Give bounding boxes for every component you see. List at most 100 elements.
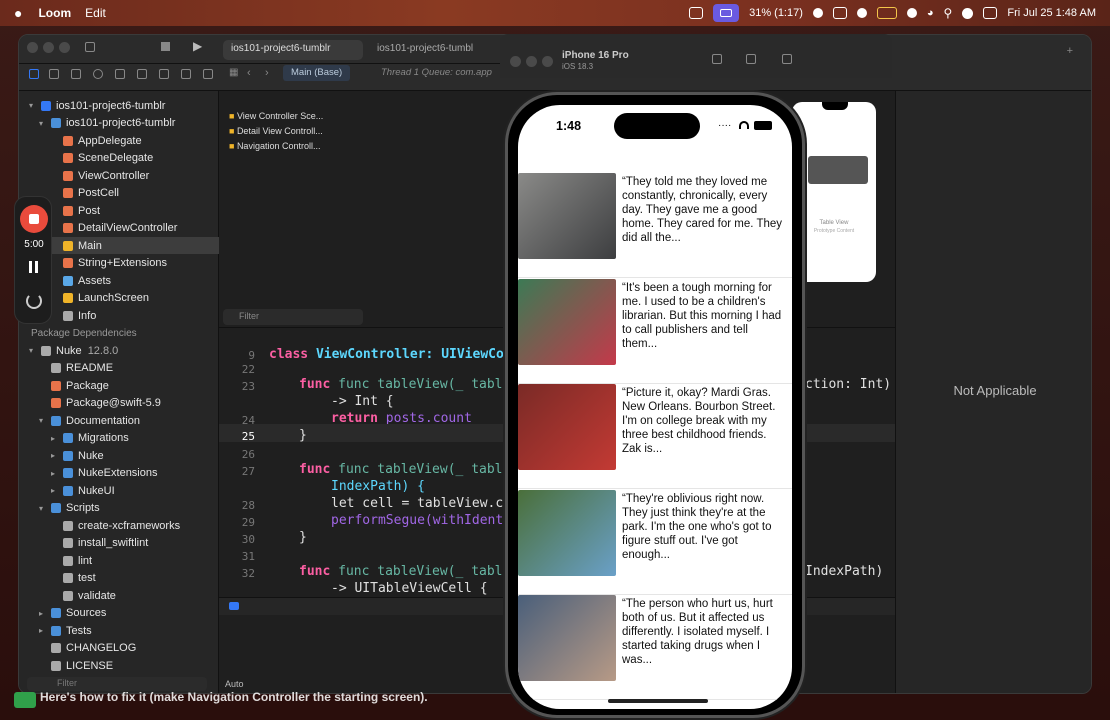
battery-time[interactable]: 31% (1:17) <box>749 7 803 19</box>
navigator-item[interactable]: ▸ Migrations <box>19 430 219 447</box>
datetime[interactable]: Fri Jul 25 1:48 AM <box>1007 7 1096 19</box>
disclosure-icon[interactable]: ▸ <box>39 626 47 635</box>
disclosure-icon[interactable]: ▸ <box>51 486 59 495</box>
post-cell[interactable]: “They're oblivious right now. They just … <box>518 489 792 595</box>
navigator-item[interactable]: validate <box>19 587 219 604</box>
scene-item[interactable]: ■ Detail View Controll... <box>229 126 337 141</box>
test-icon[interactable] <box>137 69 147 79</box>
navigator-item[interactable]: PostCell <box>19 185 219 202</box>
disclosure-icon[interactable]: ▾ <box>39 504 47 513</box>
disclosure-icon[interactable]: ▸ <box>39 609 47 618</box>
navigator-item[interactable]: ▸ Tests <box>19 622 219 639</box>
symbol-icon[interactable] <box>71 69 81 79</box>
outline-filter-input[interactable]: Filter <box>223 309 363 325</box>
code-line-30[interactable]: } <box>299 530 307 545</box>
screenshot-sim-icon[interactable] <box>746 54 756 64</box>
back-icon[interactable]: ‹ <box>247 67 251 79</box>
report-icon[interactable] <box>203 69 213 79</box>
zoom-window-button[interactable] <box>59 42 70 53</box>
navigator-item[interactable]: LICENSE <box>19 657 219 674</box>
disclosure-icon[interactable]: ▾ <box>29 346 37 355</box>
tab-main-base[interactable]: Main (Base) <box>283 65 351 81</box>
home-indicator[interactable] <box>608 699 708 703</box>
play-icon[interactable] <box>906 8 917 18</box>
minimize-window-button[interactable] <box>43 42 54 53</box>
battery-icon[interactable] <box>876 7 897 19</box>
code-line-9[interactable]: class ViewController: UIViewCon <box>269 347 512 362</box>
app-menu[interactable]: Loom <box>38 6 71 20</box>
apple-icon[interactable]: ● <box>14 5 22 21</box>
scene-item[interactable]: ■ View Controller Sce... <box>229 111 337 126</box>
post-cell[interactable]: “The person who hurt us, hurt both of us… <box>518 595 792 700</box>
disclosure-icon[interactable]: ▸ <box>51 434 59 443</box>
sim-minimize-button[interactable] <box>526 56 537 67</box>
navigator-item[interactable]: ▾ ios101-project6-tumblr <box>19 97 219 114</box>
disclosure-icon[interactable]: ▾ <box>39 119 47 128</box>
control-center-icon[interactable] <box>983 7 998 19</box>
breakpoint-toggle-icon[interactable] <box>229 602 239 610</box>
copy-icon[interactable] <box>832 7 847 19</box>
navigator-item[interactable]: ▸ Nuke <box>19 447 219 464</box>
find-icon[interactable] <box>93 69 103 79</box>
navigator-item[interactable]: create-xcframeworks <box>19 517 219 534</box>
navigator-item[interactable]: AppDelegate <box>19 132 219 149</box>
restart-icon[interactable] <box>26 293 42 309</box>
screenshot-icon[interactable] <box>689 7 704 19</box>
navigator-item[interactable]: CHANGELOG <box>19 640 219 657</box>
search-icon[interactable]: ⚲ <box>944 6 953 20</box>
close-window-button[interactable] <box>27 42 38 53</box>
disclosure-icon[interactable]: ▸ <box>51 451 59 460</box>
folder-nav-icon[interactable] <box>29 69 39 79</box>
code-line-27b[interactable]: IndexPath) { <box>331 479 425 494</box>
bolt-icon[interactable] <box>812 8 823 18</box>
edit-menu[interactable]: Edit <box>85 6 106 20</box>
code-line-23b[interactable]: -> Int { <box>331 394 394 409</box>
navigator-item[interactable]: ▾ Nuke 12.8.0 <box>19 342 219 359</box>
grid-icon[interactable]: ▦ <box>229 67 238 78</box>
tab-project-2[interactable]: ios101-project6-tumbl <box>369 40 495 60</box>
disclosure-icon[interactable]: ▾ <box>29 101 37 110</box>
tab-project[interactable]: ios101-project6-tumblr <box>223 40 363 60</box>
stop-recording-button[interactable] <box>20 205 48 233</box>
sim-zoom-button[interactable] <box>542 56 553 67</box>
navigator-item[interactable]: test <box>19 570 219 587</box>
navigator-item[interactable]: ▾ ios101-project6-tumblr <box>19 115 219 132</box>
code-line-28[interactable]: let cell = tableView.ce <box>331 496 511 511</box>
code-line-32b[interactable]: -> UITableViewCell { <box>331 581 488 596</box>
home-icon[interactable] <box>712 54 722 64</box>
post-cell[interactable]: “Picture it, okay? Mardi Gras. New Orlea… <box>518 384 792 489</box>
navigator-item[interactable]: SceneDelegate <box>19 150 219 167</box>
user-icon[interactable] <box>962 7 974 19</box>
navigator-item[interactable]: ▸ NukeExtensions <box>19 465 219 482</box>
disclosure-icon[interactable]: ▾ <box>39 416 47 425</box>
loom-status-icon[interactable] <box>713 4 740 22</box>
navigator-item[interactable]: ▸ Sources <box>19 605 219 622</box>
post-cell[interactable]: “It's been a tough morning for me. I use… <box>518 278 792 384</box>
sim-close-button[interactable] <box>510 56 521 67</box>
navigator-filter-input[interactable]: Filter <box>27 677 207 691</box>
tab-thread[interactable]: Thread 1 Queue: com.app <box>381 67 492 78</box>
rotate-icon[interactable] <box>782 54 792 64</box>
mode-selector[interactable]: Auto <box>225 679 244 689</box>
pause-icon[interactable] <box>28 261 40 273</box>
run-icon[interactable]: ▶ <box>193 39 202 53</box>
moon-icon[interactable] <box>856 8 867 18</box>
post-cell[interactable]: “They told me they loved me constantly, … <box>518 173 792 278</box>
debug-icon[interactable] <box>159 69 169 79</box>
navigator-item[interactable]: ▸ NukeUI <box>19 482 219 499</box>
navigator-item[interactable]: lint <box>19 552 219 569</box>
navigator-item[interactable]: ▾ Documentation <box>19 412 219 429</box>
issue-icon[interactable] <box>115 69 125 79</box>
navigator-item[interactable]: ViewController <box>19 167 219 184</box>
navigator-item[interactable]: Package@swift-5.9 <box>19 395 219 412</box>
navigator-item[interactable]: ▾ Scripts <box>19 500 219 517</box>
code-line-25[interactable]: } <box>299 428 307 443</box>
navigator-item[interactable]: README <box>19 360 219 377</box>
navigator-item[interactable]: install_swiftlint <box>19 535 219 552</box>
wifi-icon[interactable]: ◕ <box>927 7 934 19</box>
sidebar-toggle-icon[interactable] <box>85 42 95 52</box>
code-line-29[interactable]: performSegue(withIdenti <box>331 513 511 528</box>
navigator-item[interactable]: Package <box>19 377 219 394</box>
source-control-icon[interactable] <box>49 69 59 79</box>
scene-item[interactable]: ■ Navigation Controll... <box>229 141 337 156</box>
